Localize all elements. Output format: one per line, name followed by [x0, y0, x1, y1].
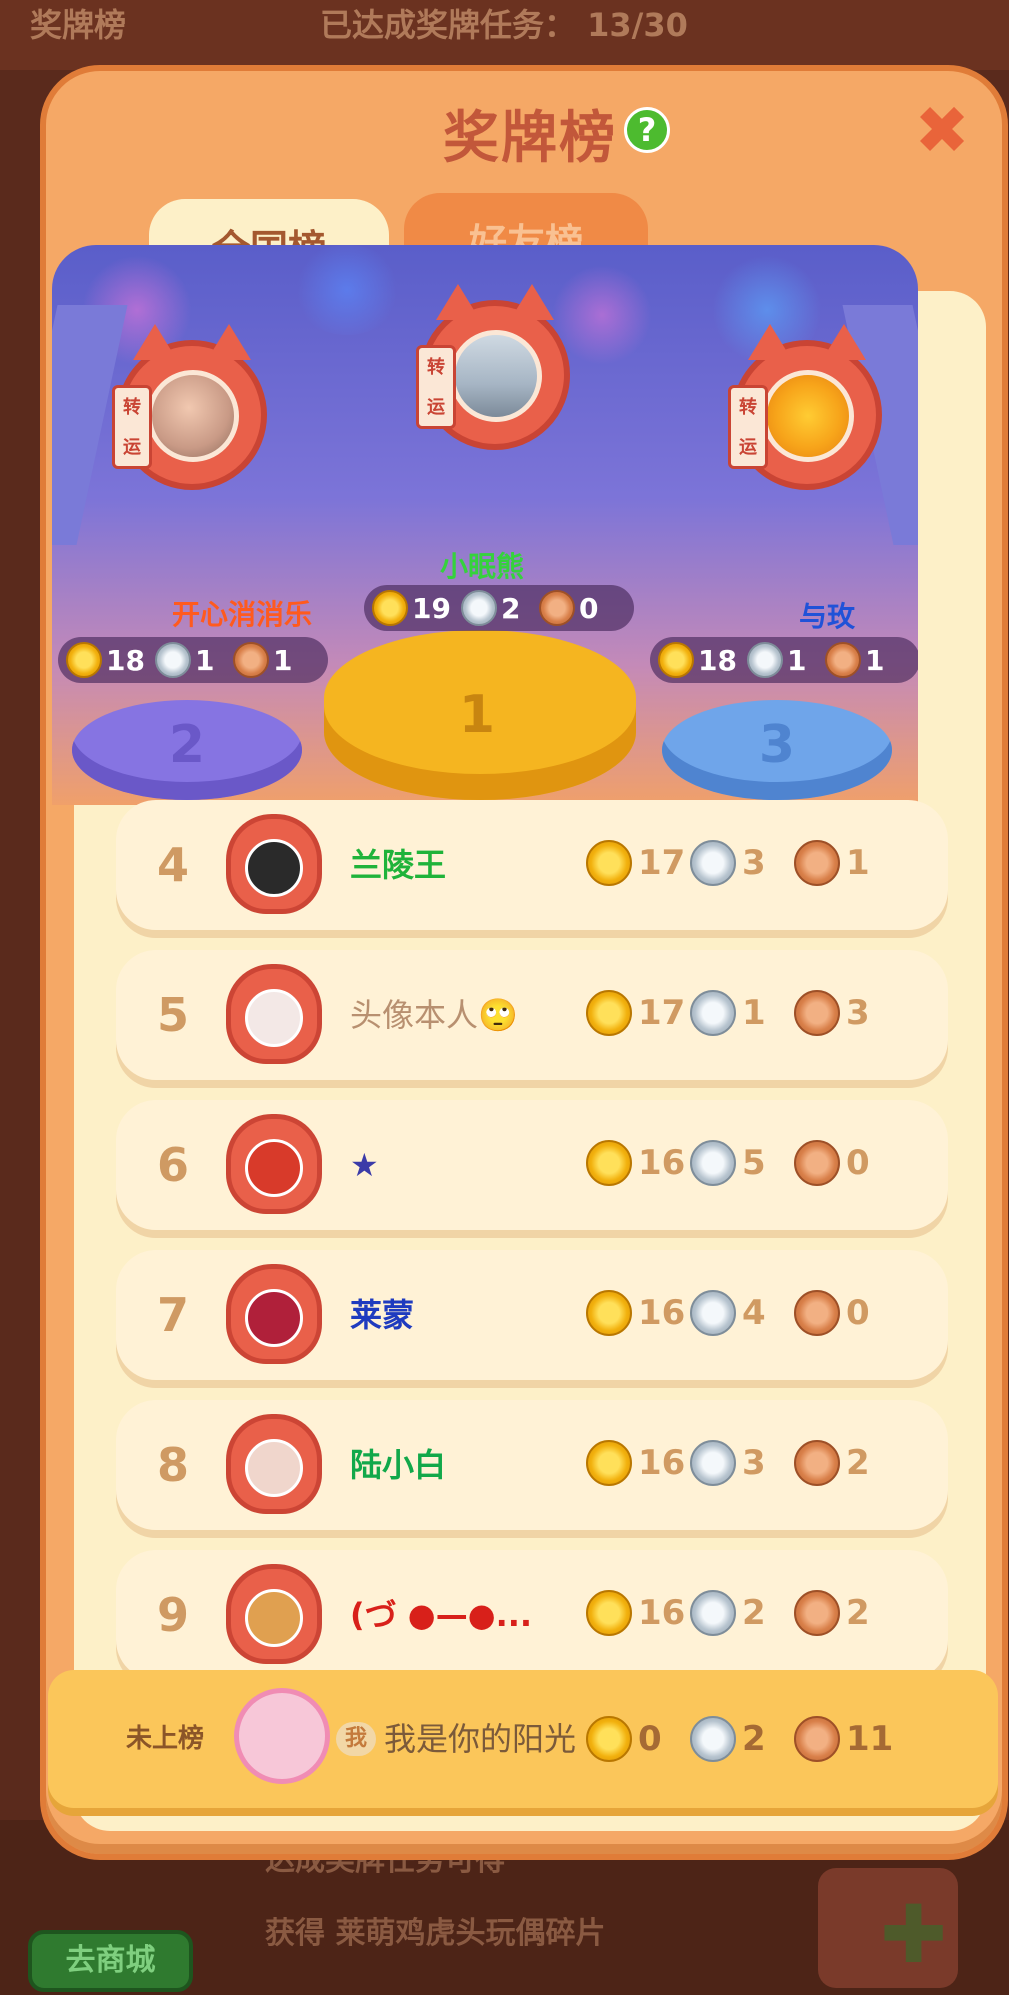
- silver-medal-icon: [690, 1140, 736, 1186]
- row-rank: 6: [156, 1138, 189, 1192]
- row-player-name: 莱蒙: [350, 1296, 415, 1334]
- gold-medal-icon: [586, 1440, 632, 1486]
- medal-counts-first: 19 2 0: [364, 585, 634, 631]
- medal-counts-third: 18 1 1: [650, 637, 918, 683]
- avatar-photo: [245, 1589, 303, 1647]
- bronze-medal-icon: [232, 642, 269, 678]
- background-reward-line: 获得 莱萌鸡虎头玩偶碎片: [265, 1916, 606, 1951]
- firework-decoration: [552, 265, 652, 365]
- pedestal-rank-2: 2: [168, 715, 206, 775]
- row-player-name: 兰陵王: [350, 846, 447, 884]
- bronze-medal-icon: [794, 1440, 840, 1486]
- leaderboard-row[interactable]: 6 ★ 16 5 0: [116, 1100, 948, 1230]
- gold-medal-icon: [586, 1590, 632, 1636]
- lucky-tag: 转运: [112, 385, 152, 469]
- my-medal-counts: 0 2 11: [586, 1716, 898, 1762]
- my-avatar[interactable]: [234, 1688, 330, 1784]
- row-rank: 9: [156, 1588, 189, 1642]
- gold-medal-icon: [586, 1716, 632, 1762]
- gold-medal-icon: [586, 840, 632, 886]
- my-rank-row[interactable]: 未上榜 我 我是你的阳光 0 2 11: [48, 1670, 998, 1808]
- leaderboard-row[interactable]: 5 头像本人🙄 17 1 3: [116, 950, 948, 1080]
- go-shop-button[interactable]: 去商城: [28, 1930, 193, 1992]
- row-rank: 8: [156, 1438, 189, 1492]
- gold-medal-icon: [372, 590, 408, 626]
- player-name-third: 与玫: [798, 600, 855, 633]
- silver-medal-icon: [154, 642, 191, 678]
- row-medal-counts: 17 3 1: [586, 840, 898, 886]
- gold-medal-icon: [658, 642, 694, 678]
- background-progress: 已达成奖牌任务： 13/30: [320, 6, 688, 44]
- avatar-photo: [762, 370, 854, 462]
- avatar-photo: [147, 370, 239, 462]
- row-rank: 7: [156, 1288, 189, 1342]
- row-player-name: 陆小白: [350, 1446, 447, 1484]
- pedestal-rank-1: 1: [458, 685, 496, 745]
- silver-medal-icon: [690, 990, 736, 1036]
- gold-medal-icon: [586, 990, 632, 1036]
- gold-medal-icon: [66, 642, 102, 678]
- row-medal-counts: 17 1 3: [586, 990, 898, 1036]
- background-title: 奖牌榜: [30, 6, 127, 44]
- silver-medal-icon: [460, 590, 497, 626]
- background-header: 奖牌榜 已达成奖牌任务： 13/30: [0, 0, 1009, 70]
- tiger-avatar-frame-icon[interactable]: [226, 964, 322, 1064]
- lucky-tag: 转运: [416, 345, 456, 429]
- row-player-name: 头像本人🙄: [350, 996, 518, 1034]
- avatar-photo: [245, 1139, 303, 1197]
- leaderboard-row[interactable]: 4 兰陵王 17 3 1: [116, 800, 948, 930]
- leaderboard-row[interactable]: 7 莱蒙 16 4 0: [116, 1250, 948, 1380]
- gold-medal-icon: [586, 1290, 632, 1336]
- firework-decoration: [292, 245, 402, 335]
- avatar-photo: [245, 989, 303, 1047]
- bronze-medal-icon: [794, 1140, 840, 1186]
- lucky-tag: 转运: [728, 385, 768, 469]
- cat-avatar-frame-icon[interactable]: [226, 1564, 322, 1664]
- bronze-medal-icon: [794, 1290, 840, 1336]
- medal-counts-second: 18 1 1: [58, 637, 328, 683]
- row-medal-counts: 16 4 0: [586, 1290, 898, 1336]
- tiger-avatar-frame-icon[interactable]: [226, 1114, 322, 1214]
- silver-medal-icon: [690, 1440, 736, 1486]
- row-rank: 5: [156, 988, 189, 1042]
- bronze-medal-icon: [794, 990, 840, 1036]
- bronze-medal-icon: [824, 642, 861, 678]
- silver-medal-icon: [690, 1290, 736, 1336]
- my-player-name: 我是你的阳光: [384, 1720, 577, 1758]
- bronze-medal-icon: [794, 1716, 840, 1762]
- help-icon[interactable]: ?: [624, 107, 670, 153]
- avatar-photo: [245, 839, 303, 897]
- row-medal-counts: 16 5 0: [586, 1140, 898, 1186]
- silver-medal-icon: [690, 840, 736, 886]
- row-player-name: ★: [350, 1146, 379, 1184]
- pedestal-rank-3: 3: [758, 715, 796, 775]
- cat-avatar-frame-icon[interactable]: [226, 1264, 322, 1364]
- row-medal-counts: 16 2 2: [586, 1590, 898, 1636]
- silver-medal-icon: [746, 642, 783, 678]
- row-rank: 4: [156, 838, 189, 892]
- unranked-label: 未上榜: [126, 1724, 205, 1754]
- avatar-photo: [245, 1289, 303, 1347]
- gold-medal-icon: [586, 1140, 632, 1186]
- row-medal-counts: 16 3 2: [586, 1440, 898, 1486]
- bronze-medal-icon: [538, 590, 575, 626]
- leaderboard-row[interactable]: 8 陆小白 16 3 2: [116, 1400, 948, 1530]
- silver-medal-icon: [690, 1716, 736, 1762]
- silver-medal-icon: [690, 1590, 736, 1636]
- bronze-medal-icon: [794, 1590, 840, 1636]
- tiger-avatar-frame-icon[interactable]: [226, 814, 322, 914]
- avatar-photo: [450, 330, 542, 422]
- modal-title: 奖牌榜: [443, 106, 617, 171]
- row-player-name: (づ ●—●...: [350, 1596, 533, 1634]
- bronze-medal-icon: [794, 840, 840, 886]
- cat-avatar-frame-icon[interactable]: [226, 1414, 322, 1514]
- me-badge: 我: [336, 1722, 376, 1756]
- player-name-first: 小眠熊: [439, 550, 524, 583]
- avatar-photo: [245, 1439, 303, 1497]
- close-icon[interactable]: ✖: [910, 98, 974, 164]
- player-name-second: 开心消消乐: [171, 598, 312, 631]
- leaderboard-row[interactable]: 9 (づ ●—●... 16 2 2: [116, 1550, 948, 1680]
- puzzle-icon: ✚: [880, 1888, 948, 1981]
- podium-stage: 2 1 3 转运 开心消消乐 18 1 1 转运 小眠熊 19 2 0 转运 与…: [52, 245, 918, 805]
